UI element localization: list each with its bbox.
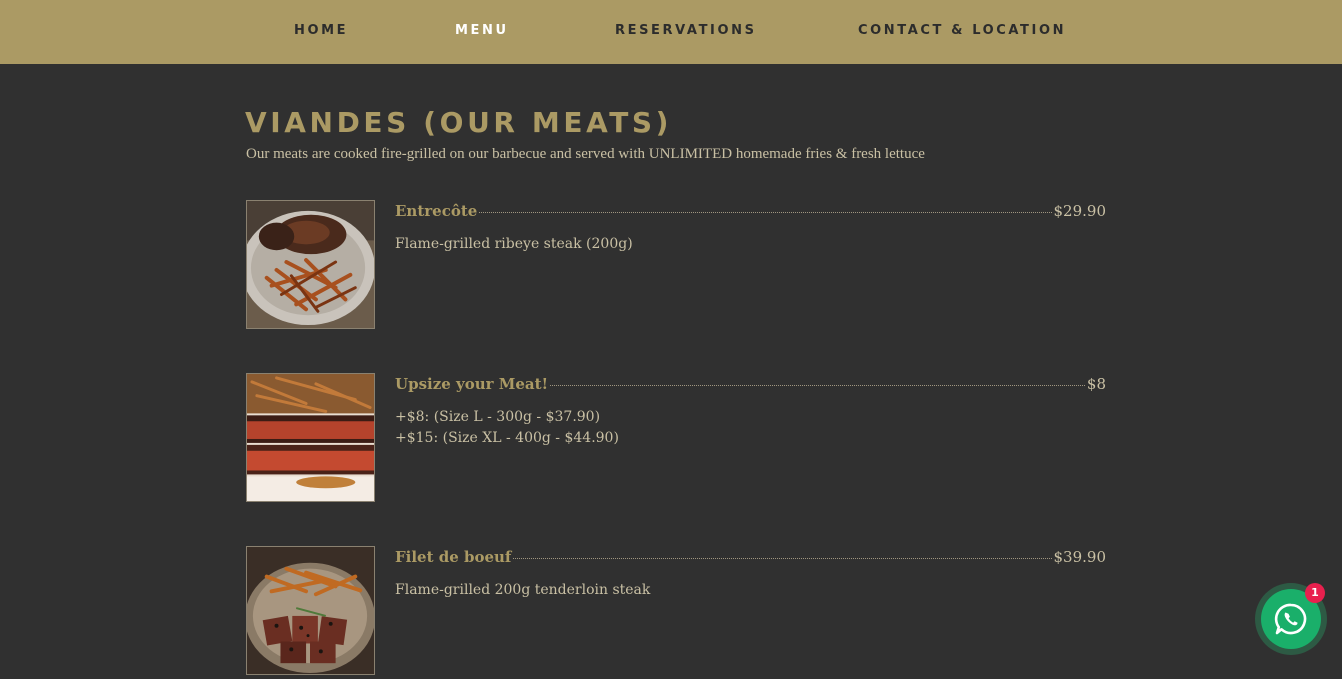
tenderloin-and-fries-photo [246, 546, 375, 675]
description-line: +$15: (Size XL - 400g - $44.90) [395, 430, 619, 446]
whatsapp-icon [1274, 603, 1307, 635]
menu-item-info: Upsize your Meat! $8 +$8: (Size L - 300g… [395, 375, 1106, 449]
dot-leader [479, 212, 1052, 213]
description-line: Flame-grilled ribeye steak (200g) [395, 236, 633, 252]
item-name: Entrecôte [395, 202, 478, 220]
steak-and-fries-photo [246, 200, 375, 329]
item-price: $39.90 [1053, 548, 1107, 566]
nav-contact-location-link[interactable]: CONTACT & LOCATION [858, 23, 1066, 38]
nav-reservations-link[interactable]: RESERVATIONS [615, 23, 757, 38]
name-price-row: Filet de boeuf $39.90 [395, 548, 1106, 566]
item-name: Filet de boeuf [395, 548, 512, 566]
item-description: Flame-grilled 200g tenderloin steak [395, 580, 1106, 601]
dot-leader [513, 558, 1052, 559]
name-price-row: Upsize your Meat! $8 [395, 375, 1106, 393]
top-navigation: HOME MENU RESERVATIONS CONTACT & LOCATIO… [0, 0, 1342, 64]
menu-item: Upsize your Meat! $8 +$8: (Size L - 300g… [246, 373, 1106, 503]
name-price-row: Entrecôte $29.90 [395, 202, 1106, 220]
whatsapp-chat-button[interactable]: 1 [1255, 583, 1327, 655]
description-line: Flame-grilled 200g tenderloin steak [395, 582, 651, 598]
item-name: Upsize your Meat! [395, 375, 549, 393]
notification-badge: 1 [1305, 583, 1325, 603]
item-price: $8 [1086, 375, 1106, 393]
item-price: $29.90 [1053, 202, 1107, 220]
menu-item: Entrecôte $29.90 Flame-grilled ribeye st… [246, 200, 1106, 330]
nav-home-link[interactable]: HOME [294, 23, 348, 38]
menu-item-info: Filet de boeuf $39.90 Flame-grilled 200g… [395, 548, 1106, 601]
sliced-steak-photo [246, 373, 375, 502]
nav-menu-link[interactable]: MENU [455, 23, 509, 38]
item-description: Flame-grilled ribeye steak (200g) [395, 234, 1106, 255]
menu-item: Filet de boeuf $39.90 Flame-grilled 200g… [246, 546, 1106, 676]
section-title: VIANDES (OUR MEATS) [245, 106, 673, 139]
section-subtitle: Our meats are cooked fire-grilled on our… [246, 146, 925, 162]
menu-item-info: Entrecôte $29.90 Flame-grilled ribeye st… [395, 202, 1106, 255]
dot-leader [550, 385, 1085, 386]
item-description: +$8: (Size L - 300g - $37.90) +$15: (Siz… [395, 407, 1106, 449]
description-line: +$8: (Size L - 300g - $37.90) [395, 409, 601, 425]
